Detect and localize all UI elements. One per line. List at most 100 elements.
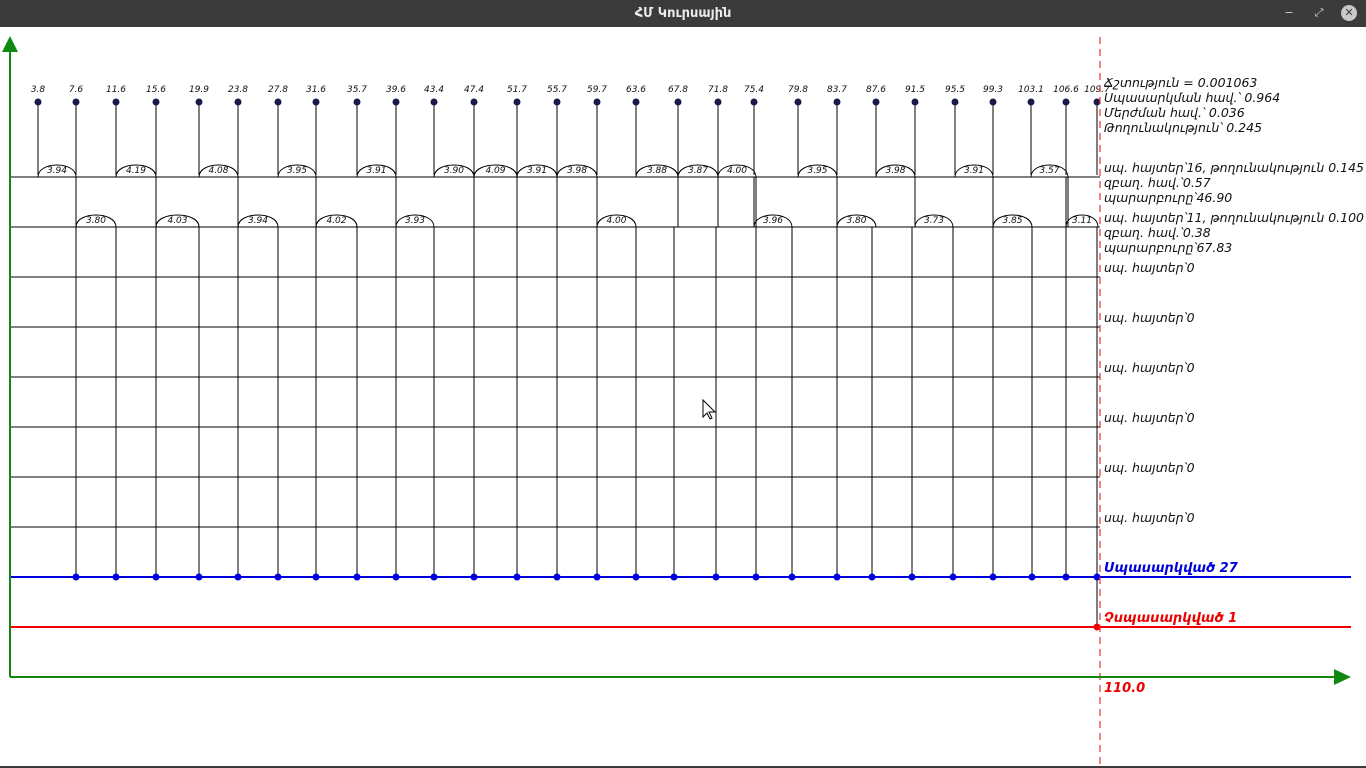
arrival-time-label: 71.8 [708,85,728,95]
served-dot [949,573,957,581]
channel-info-line: սպ. հայտեր՝0 [1104,410,1195,425]
arrival-time-label: 39.6 [386,85,406,95]
served-dot [593,573,601,581]
served-count-label: Սպասարկված 27 [1104,561,1239,576]
channel-info-line: պարարբուրը՝46.90 [1104,190,1232,205]
served-dot [908,573,916,581]
served-dot [234,573,242,581]
channel-grid [10,176,1100,627]
served-dot [553,573,561,581]
served-dot [274,573,282,581]
arrival-time-label: 103.1 [1018,85,1044,95]
arrival-time-label: 59.7 [587,85,607,95]
arrival-time-label: 31.6 [306,85,326,95]
served-dot [195,573,203,581]
served-dot [1062,573,1070,581]
served-dot [513,573,521,581]
service-duration-label: 3.94 [248,216,268,226]
arrival-dot [234,98,242,106]
arrival-dot [513,98,521,106]
arrival-dot [951,98,959,106]
served-dot [670,573,678,581]
channel-info-line: զբաղ. հավ.՝0.57 [1104,175,1211,190]
arrival-dot [872,98,880,106]
channel-info-line: սպ. հայտեր՝0 [1104,460,1195,475]
service-duration-label: 3.87 [688,166,708,176]
served-dot [430,573,438,581]
arrival-dot [911,98,919,106]
service-duration-label: 4.00 [727,166,747,176]
service-duration-label: 4.09 [485,166,505,176]
arrival-time-label: 3.8 [31,85,46,95]
arrival-time-label: 63.6 [626,85,646,95]
served-dot [752,573,760,581]
service-duration-label: 3.85 [1002,216,1022,226]
y-axis-arrow-icon [2,36,18,52]
arrival-dot [794,98,802,106]
service-duration-label: 3.80 [846,216,866,226]
info-panel: Ճշտություն = 0.001063Սպասարկման հավ.՝ 0.… [702,75,1364,696]
arrival-dot [714,98,722,106]
served-dot [868,573,876,581]
service-duration-label: 3.91 [366,166,386,176]
arrival-time-label: 11.6 [106,85,126,95]
served-dot [353,573,361,581]
served-dot [632,573,640,581]
arrival-time-label: 51.7 [507,85,527,95]
served-dot [72,573,80,581]
maximize-icon[interactable]: ⤢ [1311,5,1327,21]
served-dot [788,573,796,581]
service-duration-label: 3.11 [1072,216,1092,226]
service-duration-label: 3.90 [444,166,464,176]
queue-timeline-diagram: 3.94 4.19 4.08 3.95 3.91 3.90 4.09 3.91 3.98 3.88… [2,36,1364,764]
arrival-dot [553,98,561,106]
minimize-icon[interactable]: − [1281,5,1297,21]
service-duration-label: 4.19 [126,166,146,176]
channel-info-line: սպ. հայտեր՝16, թողունակություն 0.145 [1104,160,1364,175]
arrival-time-label: 75.4 [744,85,764,95]
served-dot [989,573,997,581]
arrival-time-label: 55.7 [547,85,567,95]
arrival-time-label: 35.7 [347,85,367,95]
arrival-time-label: 47.4 [464,85,484,95]
x-axis-arrow-icon [1334,669,1351,685]
stat-line: Սպասարկման հավ.՝ 0.964 [1104,90,1280,105]
arrival-dot [1027,98,1035,106]
served-dot [112,573,120,581]
arrival-time-label: 83.7 [827,85,847,95]
arrival-time-label: 27.8 [268,85,288,95]
refused-count-label: Չսպասարկված 1 [1104,611,1237,626]
arrival-time-label: 99.3 [983,85,1003,95]
service-duration-label: 3.96 [763,216,783,226]
service-duration-label: 3.98 [885,166,905,176]
served-dot [833,573,841,581]
channel-info-line: պարարբուրը՝67.83 [1104,240,1232,255]
service-duration-label: 3.91 [527,166,547,176]
service-duration-label: 3.94 [47,166,67,176]
arrival-dot [392,98,400,106]
mouse-cursor-icon [702,398,717,420]
arrival-dot [989,98,997,106]
service-arcs: 3.94 4.19 4.08 3.95 3.91 3.90 4.09 3.91 3.98 3.88… [37,164,1099,228]
close-icon[interactable]: ✕ [1341,5,1357,21]
arrival-time-label: 23.8 [228,85,248,95]
time-axes [2,36,1351,764]
served-dot [392,573,400,581]
arrival-dot [72,98,80,106]
arrival-dot [593,98,601,106]
served-dot [152,573,160,581]
arrival-time-label: 7.6 [69,85,84,95]
service-duration-label: 4.02 [326,216,346,226]
arrival-dot [353,98,361,106]
arrival-dot [312,98,320,106]
arrival-dot [750,98,758,106]
arrival-time-label: 87.6 [866,85,886,95]
arrival-dot [674,98,682,106]
arrival-dot [112,98,120,106]
service-duration-label: 3.98 [567,166,587,176]
served-dot [1028,573,1036,581]
service-duration-label: 3.73 [924,216,944,226]
arrival-time-label: 19.9 [189,85,209,95]
served-dot [312,573,320,581]
stat-line: Թողունակություն՝ 0.245 [1104,120,1262,135]
